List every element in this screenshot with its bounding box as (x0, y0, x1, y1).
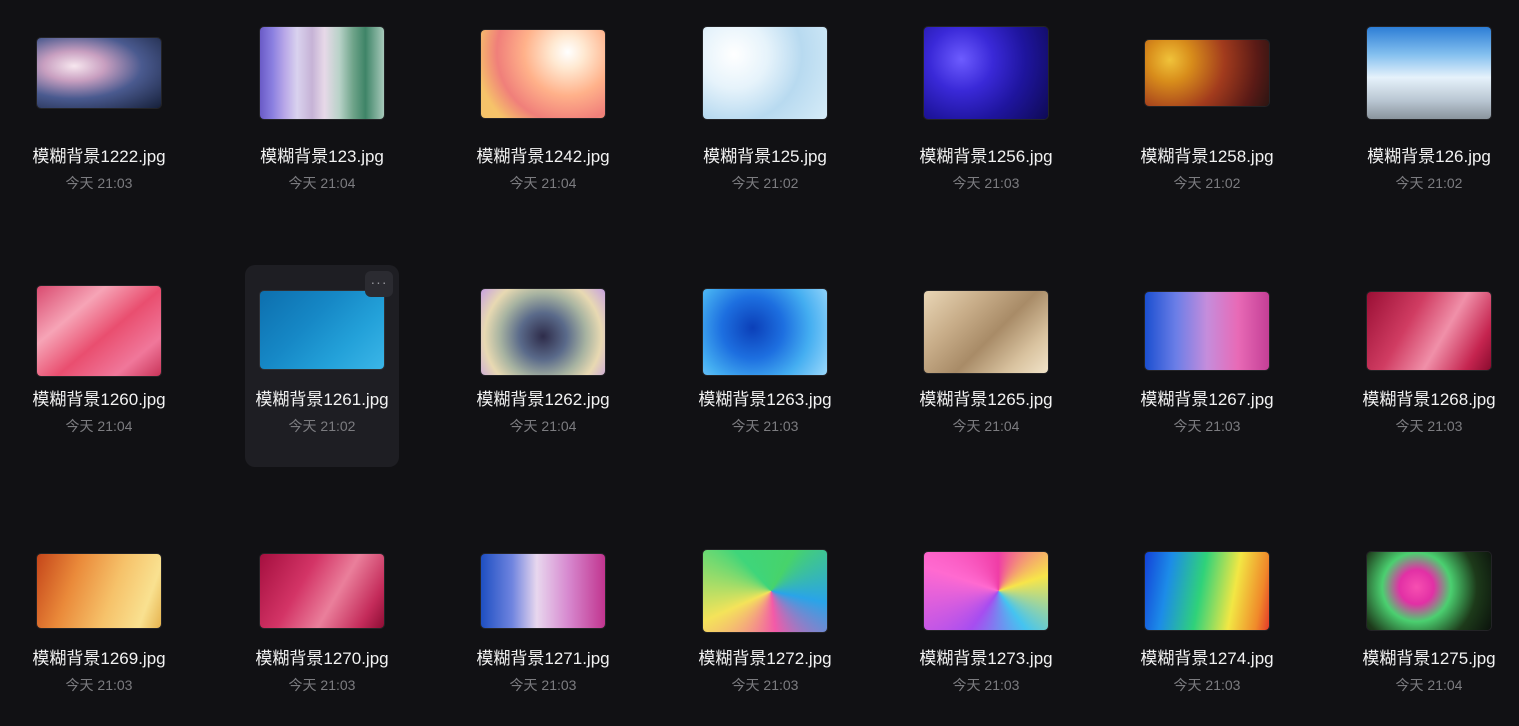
file-name[interactable]: 模糊背景1267.jpg (1110, 385, 1304, 410)
file-modified-time: 今天 21:04 (288, 175, 356, 191)
file-modified-time: 今天 21:04 (952, 418, 1020, 434)
file-name[interactable]: 模糊背景1242.jpg (446, 142, 640, 167)
file-tile[interactable]: 模糊背景1272.jpg 今天 21:03 (688, 524, 842, 726)
file-tile[interactable]: 模糊背景1222.jpg 今天 21:03 (22, 22, 176, 224)
file-thumbnail[interactable] (37, 286, 161, 376)
file-thumbnail[interactable] (703, 289, 827, 375)
file-modified-time: 今天 21:03 (731, 677, 799, 693)
more-options-icon[interactable]: ··· (365, 271, 393, 297)
file-thumbnail[interactable] (37, 38, 161, 108)
file-tile[interactable]: 模糊背景1258.jpg 今天 21:02 (1130, 22, 1284, 224)
file-tile[interactable]: 模糊背景1263.jpg 今天 21:03 (688, 265, 842, 467)
file-tile[interactable]: 模糊背景1273.jpg 今天 21:03 (909, 524, 1063, 726)
file-tile[interactable]: 模糊背景1265.jpg 今天 21:04 (909, 265, 1063, 467)
file-modified-time: 今天 21:02 (1395, 175, 1463, 191)
file-modified-time: 今天 21:03 (1395, 418, 1463, 434)
file-name[interactable]: 模糊背景1261.jpg (225, 385, 419, 410)
file-thumbnail[interactable] (37, 554, 161, 628)
file-name[interactable]: 模糊背景1269.jpg (2, 644, 196, 669)
file-thumbnail[interactable] (1145, 40, 1269, 106)
file-modified-time: 今天 21:03 (1173, 418, 1241, 434)
file-thumbnail[interactable] (924, 291, 1048, 373)
file-modified-time: 今天 21:03 (288, 677, 356, 693)
file-modified-time: 今天 21:02 (1173, 175, 1241, 191)
file-name[interactable]: 模糊背景1273.jpg (889, 644, 1083, 669)
file-name[interactable]: 模糊背景1256.jpg (889, 142, 1083, 167)
file-thumbnail[interactable] (260, 291, 384, 369)
file-thumbnail[interactable] (703, 27, 827, 119)
file-thumbnail[interactable] (481, 289, 605, 375)
file-tile[interactable]: 模糊背景1269.jpg 今天 21:03 (22, 524, 176, 726)
file-thumbnail[interactable] (481, 554, 605, 628)
file-modified-time: 今天 21:04 (1395, 677, 1463, 693)
file-thumbnail[interactable] (703, 550, 827, 632)
file-modified-time: 今天 21:04 (509, 418, 577, 434)
file-tile[interactable]: 模糊背景1275.jpg 今天 21:04 (1352, 524, 1506, 726)
file-name[interactable]: 模糊背景1262.jpg (446, 385, 640, 410)
file-name[interactable]: 模糊背景1272.jpg (668, 644, 862, 669)
file-modified-time: 今天 21:04 (65, 418, 133, 434)
file-name[interactable]: 模糊背景125.jpg (668, 142, 862, 167)
file-tile[interactable]: 模糊背景126.jpg 今天 21:02 (1352, 22, 1506, 224)
file-modified-time: 今天 21:03 (65, 175, 133, 191)
file-thumbnail[interactable] (1367, 552, 1491, 630)
file-thumbnail[interactable] (1145, 292, 1269, 370)
file-name[interactable]: 模糊背景1270.jpg (225, 644, 419, 669)
file-thumbnail[interactable] (1367, 292, 1491, 370)
file-name[interactable]: 模糊背景1263.jpg (668, 385, 862, 410)
file-tile[interactable]: 模糊背景1262.jpg 今天 21:04 (466, 265, 620, 467)
file-thumbnail[interactable] (1367, 27, 1491, 119)
file-modified-time: 今天 21:03 (65, 677, 133, 693)
file-modified-time: 今天 21:02 (731, 175, 799, 191)
file-tile[interactable]: 模糊背景1256.jpg 今天 21:03 (909, 22, 1063, 224)
file-name[interactable]: 模糊背景1274.jpg (1110, 644, 1304, 669)
file-modified-time: 今天 21:03 (952, 677, 1020, 693)
file-thumbnail[interactable] (924, 552, 1048, 630)
file-thumbnail[interactable] (481, 30, 605, 118)
file-tile[interactable]: 模糊背景1260.jpg 今天 21:04 (22, 265, 176, 467)
file-tile[interactable]: 模糊背景1274.jpg 今天 21:03 (1130, 524, 1284, 726)
file-modified-time: 今天 21:03 (952, 175, 1020, 191)
file-tile[interactable]: 模糊背景1242.jpg 今天 21:04 (466, 22, 620, 224)
file-name[interactable]: 模糊背景123.jpg (225, 142, 419, 167)
file-name[interactable]: 模糊背景1222.jpg (2, 142, 196, 167)
file-name[interactable]: 模糊背景1265.jpg (889, 385, 1083, 410)
file-tile[interactable]: 模糊背景123.jpg 今天 21:04 (245, 22, 399, 224)
file-modified-time: 今天 21:03 (731, 418, 799, 434)
file-name[interactable]: 模糊背景1271.jpg (446, 644, 640, 669)
file-tile[interactable]: 模糊背景1270.jpg 今天 21:03 (245, 524, 399, 726)
file-thumbnail[interactable] (924, 27, 1048, 119)
file-thumbnail[interactable] (260, 27, 384, 119)
file-name[interactable]: 模糊背景1275.jpg (1332, 644, 1519, 669)
file-grid: 模糊背景1222.jpg 今天 21:03 模糊背景123.jpg 今天 21:04 模… (0, 0, 1519, 726)
file-tile[interactable]: 模糊背景125.jpg 今天 21:02 (688, 22, 842, 224)
file-name[interactable]: 模糊背景126.jpg (1332, 142, 1519, 167)
file-tile[interactable]: 模糊背景1261.jpg 今天 21:02 ··· (245, 265, 399, 467)
file-modified-time: 今天 21:02 (288, 418, 356, 434)
file-tile[interactable]: 模糊背景1267.jpg 今天 21:03 (1130, 265, 1284, 467)
file-modified-time: 今天 21:03 (509, 677, 577, 693)
file-name[interactable]: 模糊背景1258.jpg (1110, 142, 1304, 167)
file-tile[interactable]: 模糊背景1268.jpg 今天 21:03 (1352, 265, 1506, 467)
file-modified-time: 今天 21:04 (509, 175, 577, 191)
file-name[interactable]: 模糊背景1260.jpg (2, 385, 196, 410)
file-name[interactable]: 模糊背景1268.jpg (1332, 385, 1519, 410)
file-modified-time: 今天 21:03 (1173, 677, 1241, 693)
file-thumbnail[interactable] (1145, 552, 1269, 630)
file-tile[interactable]: 模糊背景1271.jpg 今天 21:03 (466, 524, 620, 726)
file-thumbnail[interactable] (260, 554, 384, 628)
